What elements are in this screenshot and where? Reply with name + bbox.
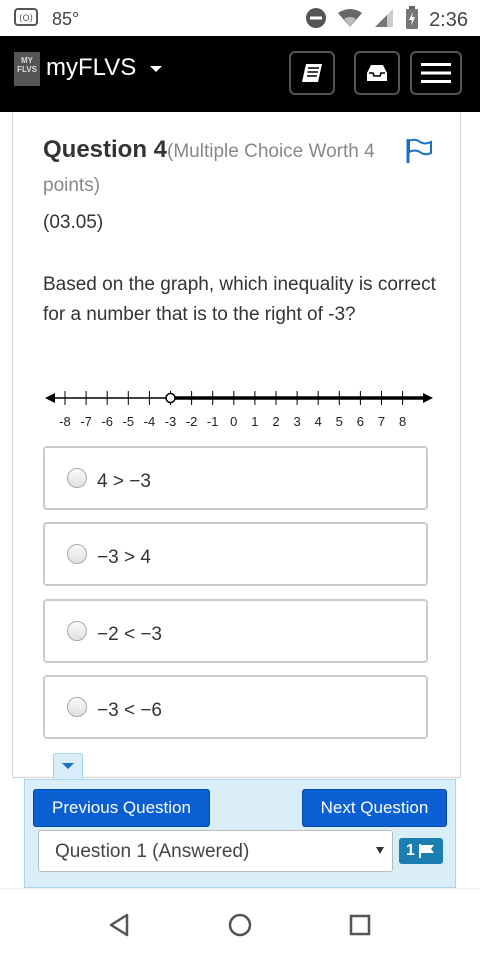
radio-button[interactable] <box>67 544 87 564</box>
flag-icon <box>418 844 434 858</box>
menu-button[interactable] <box>410 51 462 95</box>
radio-button[interactable] <box>67 468 87 488</box>
inbox-button[interactable] <box>354 51 400 95</box>
question-title: Question 4 <box>43 136 168 163</box>
radio-button[interactable] <box>67 621 87 641</box>
tick-label: -1 <box>207 414 219 429</box>
open-circle <box>165 392 176 404</box>
question-prompt: Based on the graph, which inequality is … <box>43 274 436 325</box>
flvs-logo[interactable]: MY FLVS <box>14 52 40 86</box>
question-select[interactable]: Question 1 (Answered) <box>38 830 393 872</box>
wifi-icon <box>337 7 363 34</box>
tick-label: 6 <box>357 414 364 429</box>
tick-label: 5 <box>336 414 343 429</box>
number-line-graph: -8 -7 -6 -5 -4 -3 -2 -1 0 1 2 3 4 5 6 7 8 <box>45 391 433 429</box>
inbox-icon <box>367 65 387 81</box>
answer-label: −3 > 4 <box>97 547 151 568</box>
tick-label: -4 <box>144 414 156 429</box>
question-heading: Question 4(Multiple Choice Worth 4 point… <box>43 134 403 202</box>
cast-icon: (O) <box>14 7 38 32</box>
tick-label: -3 <box>165 414 177 429</box>
answer-option[interactable]: −2 < −3 <box>43 599 428 663</box>
standard-code: (03.05) <box>43 212 104 233</box>
next-question-button[interactable]: Next Question <box>302 789 447 827</box>
book-icon <box>302 64 322 82</box>
tick-label: 2 <box>272 414 279 429</box>
tick-label: 0 <box>230 414 237 429</box>
tick-label: 7 <box>378 414 385 429</box>
top-navbar: MY FLVS myFLVS <box>0 36 480 112</box>
system-navigation-bar <box>0 888 480 961</box>
clock: 2:36 <box>429 9 468 31</box>
answer-option[interactable]: 4 > −3 <box>43 446 428 510</box>
status-bar: (O) 85° 2:36 <box>0 0 480 36</box>
back-icon[interactable] <box>108 913 130 937</box>
chevron-down-icon <box>62 763 74 769</box>
svg-text:(O): (O) <box>19 14 33 24</box>
flagged-count-badge[interactable]: 1 <box>399 838 443 864</box>
brand-menu[interactable]: myFLVS <box>46 54 136 82</box>
question-navigation: Previous Question Next Question Question… <box>24 779 456 888</box>
chevron-down-icon <box>376 847 384 854</box>
tick-label: -7 <box>80 414 92 429</box>
tick-label: -8 <box>59 414 71 429</box>
tick-label: 3 <box>293 414 300 429</box>
recent-apps-icon[interactable] <box>349 914 371 936</box>
flag-icon[interactable] <box>405 138 433 169</box>
book-button[interactable] <box>289 51 335 95</box>
chevron-down-icon[interactable] <box>150 66 162 72</box>
question-select-value: Question 1 (Answered) <box>55 841 250 862</box>
tick-label: -2 <box>186 414 198 429</box>
tick-label: -6 <box>101 414 113 429</box>
answer-label: −2 < −3 <box>97 624 162 645</box>
flagged-count: 1 <box>406 842 415 859</box>
menu-icon <box>421 63 451 83</box>
tick-label: 1 <box>251 414 258 429</box>
collapse-toggle[interactable] <box>53 753 83 779</box>
signal-icon <box>373 7 395 34</box>
radio-button[interactable] <box>67 697 87 717</box>
answer-option[interactable]: −3 > 4 <box>43 522 428 586</box>
battery-icon <box>405 6 419 35</box>
do-not-disturb-icon <box>305 7 327 34</box>
arrow-left-icon <box>45 393 55 403</box>
tick-label: 4 <box>315 414 322 429</box>
tick-label: -5 <box>123 414 135 429</box>
previous-question-button[interactable]: Previous Question <box>33 789 210 827</box>
answer-label: −3 < −6 <box>97 700 162 721</box>
answer-label: 4 > −3 <box>97 471 151 492</box>
home-icon[interactable] <box>227 912 253 938</box>
temperature: 85° <box>52 9 80 29</box>
tick-label: 8 <box>399 414 406 429</box>
answer-option[interactable]: −3 < −6 <box>43 675 428 739</box>
question-card: Question 4(Multiple Choice Worth 4 point… <box>12 112 461 778</box>
